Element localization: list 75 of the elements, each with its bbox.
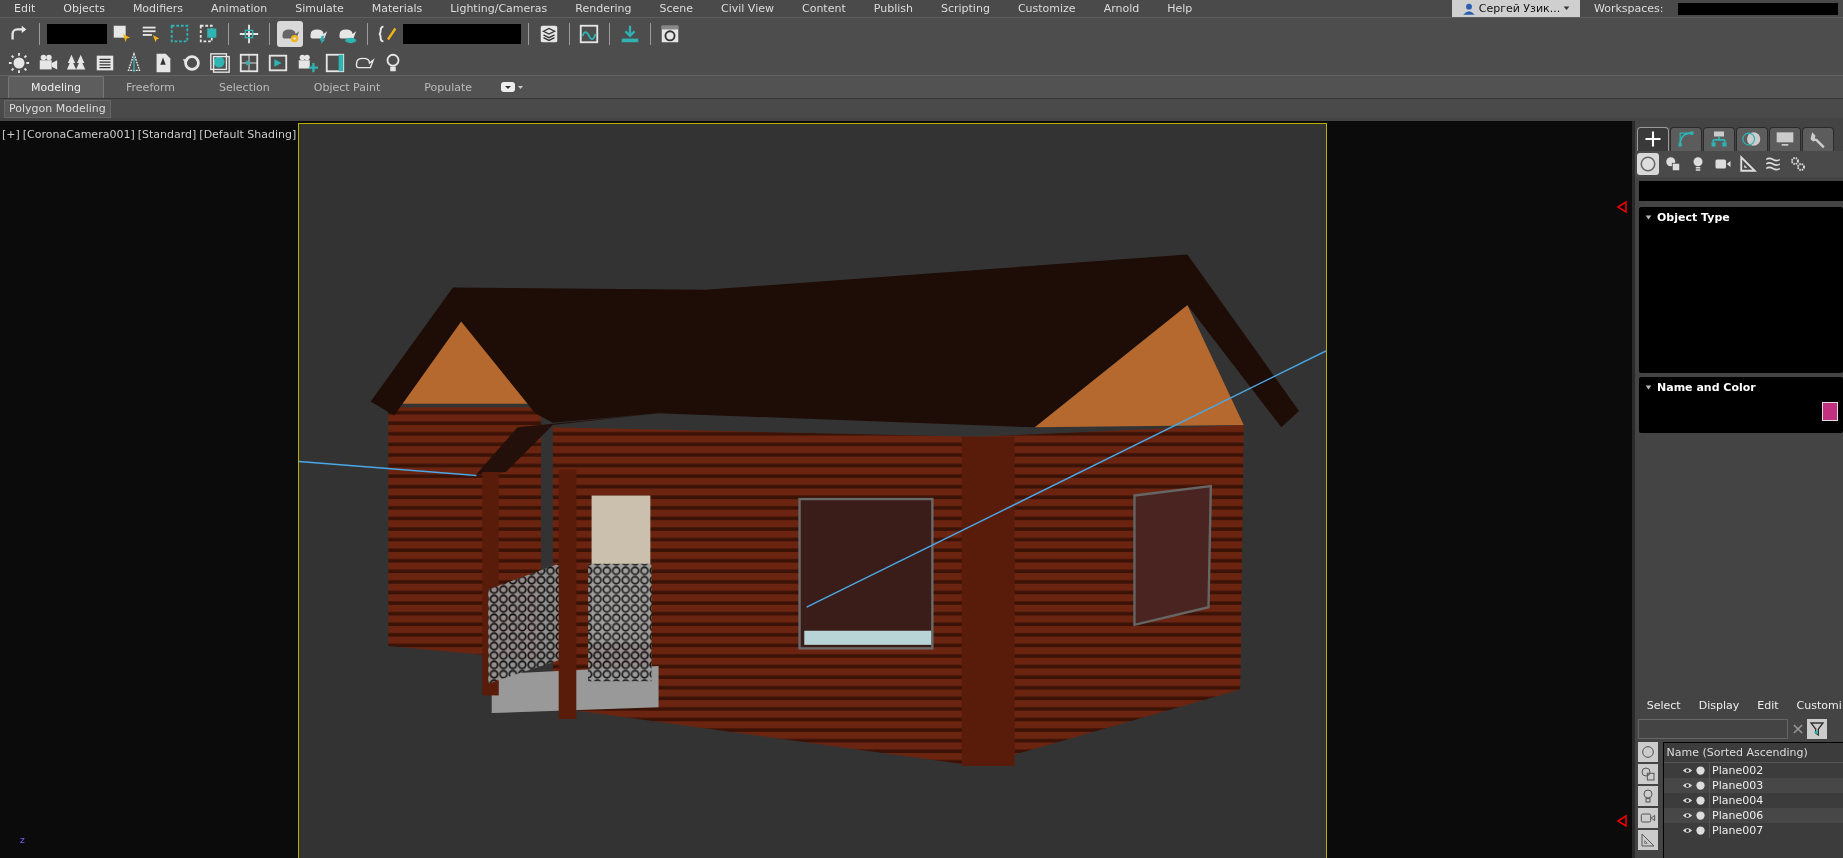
user-account-button[interactable]: Сергей Узик... [1451,0,1580,17]
geometry-icon[interactable] [1637,152,1659,175]
ribbon-tab[interactable]: Freeform [104,77,198,98]
curve-icon [1676,129,1696,150]
rollout-title[interactable]: Name and Color [1657,379,1756,396]
boundary-marker-icon [1616,198,1628,211]
user-icon [1461,1,1476,16]
object-name[interactable]: Plane002 [1709,762,1843,778]
ribbon-tab[interactable]: Populate [402,77,495,98]
ribbon-tab[interactable]: Selection [197,77,292,98]
freeze-dot-icon[interactable] [1695,809,1707,821]
hierarchy-tab[interactable] [1703,126,1735,151]
axis-label: z [20,834,25,848]
ribbon-tab[interactable]: Modeling [8,76,105,98]
menu-item[interactable]: Rendering [561,0,646,17]
viewport-label[interactable]: [Default Shading] [199,126,297,144]
viewport[interactable]: [+] [CoronaCamera001] [Standard] [Default Shading] z [0,120,1632,858]
shapes-icon[interactable] [1637,763,1658,784]
explorer-menu-item[interactable]: Select [1637,695,1690,717]
menu-item[interactable]: Animation [197,0,282,17]
filter-icon[interactable] [1807,719,1828,739]
named-selection-field[interactable] [403,24,522,44]
object-color-swatch[interactable] [1821,401,1838,421]
light-bulb-icon[interactable] [1637,785,1658,806]
ribbon-tab[interactable]: Object Paint [291,77,403,98]
menu-item[interactable]: Customize [1003,0,1090,17]
freeze-dot-icon[interactable] [1695,779,1707,791]
object-name-field[interactable] [1639,180,1843,201]
set-square-icon[interactable] [1737,152,1759,175]
boundary-marker-icon [1616,812,1628,825]
rollout-arrow-icon[interactable] [1644,384,1652,392]
viewport-label[interactable]: [Standard] [137,126,197,144]
caret-icon [1562,5,1570,12]
object-name[interactable]: Plane004 [1709,792,1843,808]
menu-item[interactable]: Objects [49,0,119,17]
panel-label[interactable]: Polygon Modeling [4,99,111,118]
object-name[interactable]: Plane007 [1709,822,1843,838]
explorer-menu-item[interactable]: Customi [1787,695,1843,717]
motion-tab[interactable] [1736,126,1768,151]
column-header[interactable]: Name (Sorted Ascending) [1663,742,1843,763]
utilities-tab[interactable] [1802,126,1834,151]
menu-item[interactable]: Edit [0,0,50,17]
menu-item[interactable]: Publish [859,0,927,17]
rollout-title[interactable]: Object Type [1657,209,1730,226]
camera-icon[interactable] [1637,807,1658,828]
viewport-label[interactable]: [CoronaCamera001] [22,126,135,144]
geometry-icon[interactable] [1637,741,1658,762]
menu-item[interactable]: Content [788,0,860,17]
menu-item[interactable]: Scene [645,0,707,17]
modify-tab[interactable] [1670,126,1702,151]
menu-item[interactable]: Civil View [707,0,788,17]
search-field[interactable] [1637,719,1788,739]
create-tab[interactable] [1637,126,1669,151]
freeze-dot-icon[interactable] [1695,764,1707,776]
clear-icon[interactable] [1790,722,1805,736]
explorer-menu-item[interactable]: Edit [1748,695,1788,717]
rollout-arrow-icon[interactable] [1644,214,1652,222]
menu-item[interactable]: Arnold [1089,0,1154,17]
selection-set-field[interactable] [46,24,107,44]
menu-item[interactable]: Simulate [281,0,358,17]
plus-icon [1643,129,1663,150]
display-tab[interactable] [1769,126,1801,151]
menu-item[interactable]: Modifiers [118,0,198,17]
freeze-dot-icon[interactable] [1695,794,1707,806]
menu-item[interactable]: Materials [357,0,437,17]
user-name: Сергей Узик... [1478,1,1561,17]
menu-item[interactable]: Help [1153,0,1207,17]
workspaces-label: Workspaces: [1592,1,1665,17]
freeze-dot-icon[interactable] [1695,824,1707,836]
set-square-icon[interactable] [1637,829,1658,850]
hierarchy-icon [1709,129,1729,150]
explorer-menu-item[interactable]: Display [1689,695,1749,717]
menu-item[interactable]: Scripting [926,0,1004,17]
menu-item[interactable]: Lighting/Cameras [436,0,562,17]
viewport-label[interactable]: [+] [2,126,20,144]
